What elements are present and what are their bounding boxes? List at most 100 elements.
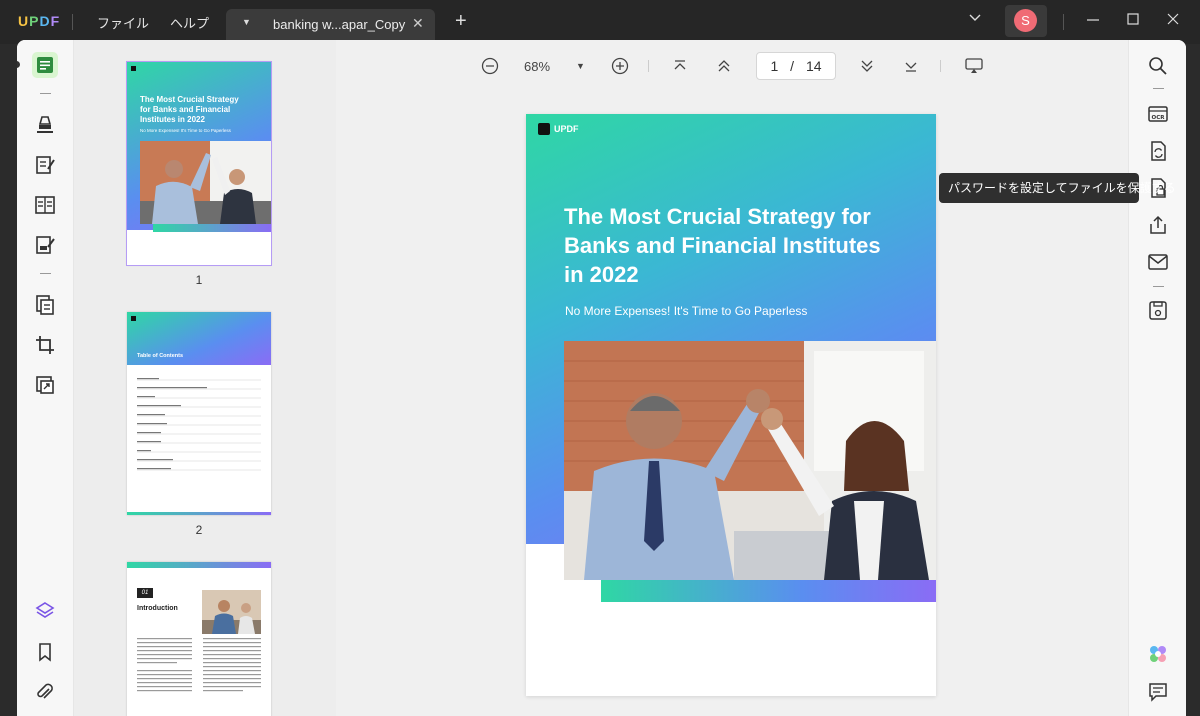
cover-photo (564, 341, 936, 580)
sign-icon (36, 236, 55, 254)
logo-letter-d: D (39, 13, 51, 29)
thumbnail-page-2[interactable]: Table of Contents (127, 312, 271, 515)
comments-icon[interactable] (1147, 681, 1169, 703)
email-icon[interactable] (1147, 251, 1169, 273)
comment-mode-button[interactable] (32, 112, 58, 138)
pages-icon (36, 295, 54, 315)
ocr-icon[interactable]: OCR (1147, 103, 1169, 125)
total-pages: 14 (805, 58, 822, 74)
titlebar-divider (72, 14, 73, 30)
thumb-toc-title: Table of Contents (137, 353, 184, 359)
thumb-logo (131, 66, 136, 71)
zoom-out-icon[interactable] (481, 57, 499, 78)
presentation-icon[interactable] (964, 57, 984, 78)
bookmark-button[interactable] (32, 639, 58, 665)
attachment-button[interactable] (32, 679, 58, 705)
menu-help[interactable]: ヘルプ (170, 13, 209, 32)
new-tab-icon[interactable]: + (455, 11, 467, 31)
current-page: 1 (770, 58, 779, 74)
reader-icon (37, 57, 53, 73)
thumb-toc-lines (137, 378, 261, 471)
paperclip-icon (37, 683, 53, 699)
main-area: The Most Crucial Strategy for Banks and … (17, 40, 1186, 716)
search-icon[interactable] (1147, 55, 1169, 77)
toolbar-divider (648, 60, 649, 72)
ai-assistant-icon[interactable] (1147, 643, 1169, 665)
avatar: S (1014, 9, 1037, 32)
zoom-dropdown-icon[interactable]: ▼ (576, 61, 585, 71)
panel-handle[interactable] (17, 61, 20, 68)
share-icon[interactable] (1147, 214, 1169, 236)
cover-accent-bar (601, 580, 936, 602)
zoom-in-icon[interactable] (611, 57, 629, 78)
next-page-icon[interactable] (859, 58, 875, 77)
page-number-input[interactable]: 1 / 14 (756, 52, 836, 80)
menu-file[interactable]: ファイル (97, 13, 149, 32)
edit-pdf-icon (36, 156, 55, 174)
crop-icon (36, 336, 54, 354)
tab-close-icon[interactable]: ✕ (412, 15, 424, 32)
titlebar-divider (1063, 14, 1064, 30)
edit-mode-button[interactable] (32, 152, 58, 178)
thumbnail-page-number: 1 (195, 273, 203, 287)
tab-dropdown-icon[interactable]: ▼ (242, 17, 251, 27)
toolbar-divider (940, 60, 941, 72)
svg-text:OCR: OCR (1152, 115, 1166, 121)
cover-title: The Most Crucial Strategy for Banks and … (564, 204, 881, 287)
organize-pages-button[interactable] (32, 292, 58, 318)
chevron-down-icon[interactable] (968, 10, 982, 28)
form-mode-button[interactable] (32, 192, 58, 218)
layers-button[interactable] (32, 598, 58, 624)
thumb-intro-title: Introduction (137, 605, 178, 612)
thumbnail-page-number: 2 (195, 523, 203, 537)
reader-mode-button[interactable] (32, 52, 58, 78)
cover-subtitle: No More Expenses! It's Time to Go Paperl… (565, 304, 808, 318)
highlighter-icon (37, 116, 53, 133)
convert-button[interactable] (32, 372, 58, 398)
thumb-photo (140, 141, 271, 224)
title-bar: UPDF ファイル ヘルプ ▼ banking w...apar_Copy ✕ … (0, 0, 1200, 44)
toolbar-divider (1153, 286, 1164, 287)
page-logo: UPDF (538, 123, 579, 135)
thumb-title: The Most Crucial Strategy for Banks and … (140, 95, 239, 124)
page-separator: / (790, 58, 795, 74)
updf-logo[interactable]: UPDF (18, 13, 60, 29)
first-page-icon[interactable] (672, 58, 688, 77)
thumbnail-panel: The Most Crucial Strategy for Banks and … (74, 40, 336, 716)
save-icon[interactable] (1147, 299, 1169, 321)
tooltip: パスワードを設定してファイルを保護する (939, 173, 1176, 203)
toolbar-divider (40, 93, 51, 94)
thumb-top-bar (127, 562, 271, 568)
logo-letter-u: U (18, 13, 30, 29)
left-toolbar (17, 40, 74, 716)
toolbar-divider (1153, 88, 1164, 89)
app-window: UPDF ファイル ヘルプ ▼ banking w...apar_Copy ✕ … (0, 0, 1200, 716)
convert-pdf-icon[interactable] (1147, 140, 1169, 162)
thumbnail-page-3[interactable]: 01 Introduction (127, 562, 271, 716)
logo-letter-f: F (50, 13, 61, 29)
logo-letter-p: P (29, 13, 40, 29)
account-button[interactable]: S (1005, 5, 1047, 37)
previous-page-icon[interactable] (716, 58, 732, 77)
thumb-logo (131, 316, 136, 321)
zoom-level[interactable]: 68% (524, 59, 550, 74)
thumb-subtitle: No More Expenses! It's Time to Go Paperl… (140, 128, 231, 133)
last-page-icon[interactable] (903, 58, 919, 77)
layers-icon (35, 602, 55, 618)
thumb-body-text (137, 638, 261, 692)
thumbnail-page-1[interactable]: The Most Crucial Strategy for Banks and … (126, 61, 272, 266)
convert-icon (36, 376, 54, 394)
close-window-icon[interactable] (1166, 12, 1180, 30)
maximize-icon[interactable] (1126, 12, 1140, 30)
minimize-icon[interactable] (1086, 12, 1100, 30)
thumb-intro-photo (202, 590, 261, 634)
fill-sign-button[interactable] (32, 232, 58, 258)
pdf-page: UPDF The Most Crucial Strategy for Banks… (526, 114, 936, 696)
page-logo-text: UPDF (554, 124, 579, 134)
toolbar-divider (40, 273, 51, 274)
updf-mark-icon (538, 123, 550, 135)
document-viewer: 68% ▼ 1 / 14 UPDF The Most Crucial Strat… (336, 40, 1128, 716)
document-tab[interactable]: ▼ banking w...apar_Copy ✕ (226, 9, 435, 40)
tab-title: banking w...apar_Copy (273, 17, 406, 32)
crop-button[interactable] (32, 332, 58, 358)
